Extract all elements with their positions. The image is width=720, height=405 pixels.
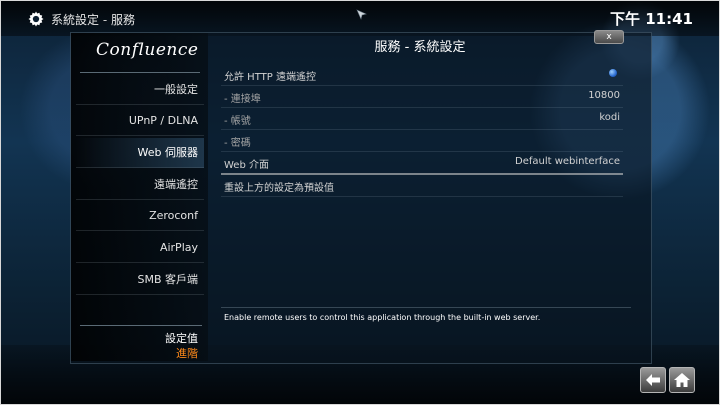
setting-password[interactable]: - 密碼 bbox=[221, 130, 623, 152]
breadcrumb-separator: - bbox=[102, 13, 108, 27]
clock: 下午 11:41 bbox=[610, 10, 693, 28]
mouse-cursor-icon bbox=[356, 9, 367, 20]
setting-port[interactable]: - 連接埠 10800 bbox=[221, 86, 623, 108]
sidebar-item-smb-client[interactable]: SMB 客戶端 bbox=[76, 265, 204, 295]
logo-divider bbox=[80, 72, 200, 73]
help-divider bbox=[221, 307, 631, 308]
back-arrow-icon bbox=[646, 374, 660, 386]
settings-level-value[interactable]: 進階 bbox=[76, 345, 198, 361]
gear-icon bbox=[28, 11, 44, 27]
setting-reset-defaults[interactable]: 重設上方的設定為預設值 bbox=[221, 175, 623, 197]
breadcrumb: 系統設定 - 服務 bbox=[51, 11, 135, 28]
sidebar-item-zeroconf[interactable]: Zeroconf bbox=[76, 201, 204, 231]
help-text: Enable remote users to control this appl… bbox=[224, 313, 541, 322]
breadcrumb-section: 系統設定 bbox=[51, 13, 100, 27]
setting-web-interface[interactable]: Web 介面 Default webinterface bbox=[221, 152, 623, 175]
back-button[interactable] bbox=[640, 367, 666, 393]
breadcrumb-page: 服務 bbox=[111, 13, 136, 27]
sidebar-item-web-server[interactable]: Web 伺服器 bbox=[76, 138, 204, 168]
setting-label: - 密碼 bbox=[224, 138, 251, 149]
close-button[interactable]: x bbox=[594, 30, 624, 44]
app-logo: Confluence bbox=[96, 40, 199, 60]
setting-label: Web 介面 bbox=[224, 160, 269, 171]
sidebar-item-general[interactable]: 一般設定 bbox=[76, 75, 204, 105]
sidebar-item-upnp[interactable]: UPnP / DLNA bbox=[76, 106, 204, 136]
setting-value: Default webinterface bbox=[515, 156, 620, 167]
setting-label: 重設上方的設定為預設值 bbox=[224, 183, 334, 194]
setting-value: kodi bbox=[599, 112, 620, 123]
sidebar-item-airplay[interactable]: AirPlay bbox=[76, 233, 204, 263]
sidebar-footer-divider bbox=[80, 325, 202, 326]
setting-label: 允許 HTTP 遠端遙控 bbox=[224, 72, 316, 83]
dialog-title: 服務 - 系統設定 bbox=[374, 40, 466, 55]
settings-list: 允許 HTTP 遠端遙控 - 連接埠 10800 - 帳號 kodi - 密碼 … bbox=[221, 64, 623, 197]
setting-label: - 帳號 bbox=[224, 116, 251, 127]
home-icon bbox=[674, 373, 690, 387]
settings-level-label[interactable]: 設定值 bbox=[76, 330, 198, 346]
home-button[interactable] bbox=[669, 367, 695, 393]
setting-username[interactable]: - 帳號 kodi bbox=[221, 108, 623, 130]
sidebar-item-remote-control[interactable]: 遠端遙控 bbox=[76, 170, 204, 200]
setting-label: - 連接埠 bbox=[224, 94, 261, 105]
setting-value: 10800 bbox=[588, 90, 620, 101]
toggle-on-icon[interactable] bbox=[609, 69, 617, 77]
setting-allow-http-remote[interactable]: 允許 HTTP 遠端遙控 bbox=[221, 64, 623, 86]
